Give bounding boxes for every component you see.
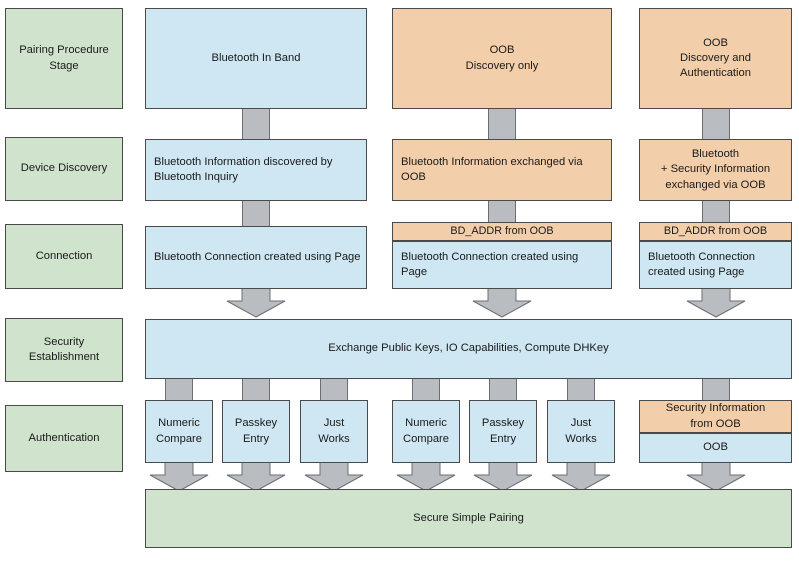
arrow-oob-to-footer — [686, 462, 746, 492]
connector-stub-col2-row2-row3 — [488, 199, 516, 224]
stage-label-connection: Connection — [5, 224, 123, 289]
connection-box-col2: Bluetooth Connection created using Page — [392, 241, 612, 289]
arrow-auth-4-to-footer — [396, 462, 456, 492]
arrow-col2-to-security — [472, 288, 532, 318]
discovery-box-col1: Bluetooth Information discovered by Blue… — [145, 139, 367, 201]
oob-security-information-header: Security Information from OOB — [639, 400, 792, 433]
connector-stub-col1-row1-row2 — [242, 107, 270, 140]
security-establishment-box: Exchange Public Keys, IO Capabilities, C… — [145, 319, 792, 379]
auth-method-box-6: Just Works — [547, 400, 615, 463]
arrow-auth-3-to-footer — [304, 462, 364, 492]
discovery-box-col2: Bluetooth Information exchanged via OOB — [392, 139, 612, 201]
column-header-oob-discovery-only: OOB Discovery only — [392, 8, 612, 109]
auth-method-box-3: Just Works — [300, 400, 368, 463]
connector-stub-col2-row1-row2 — [488, 107, 516, 140]
stage-label-security-establishment: Security Establishment — [5, 318, 123, 382]
connector-stub-col3-row2-row3 — [702, 199, 730, 224]
diagram-canvas: Pairing Procedure Stage Device Discovery … — [0, 0, 799, 562]
column-header-bluetooth-in-band: Bluetooth In Band — [145, 8, 367, 109]
bd-addr-bar-col2: BD_ADDR from OOB — [392, 222, 612, 241]
connector-stub-security-to-auth-oob — [702, 377, 730, 402]
auth-method-box-4: Numeric Compare — [392, 400, 460, 463]
connector-stub-security-to-auth-2 — [242, 377, 270, 402]
connector-stub-security-to-auth-4 — [412, 377, 440, 402]
column-header-oob-discovery-and-authentication: OOB Discovery and Authentication — [639, 8, 792, 109]
bd-addr-bar-col3: BD_ADDR from OOB — [639, 222, 792, 241]
arrow-auth-5-to-footer — [473, 462, 533, 492]
arrow-auth-1-to-footer — [149, 462, 209, 492]
stage-label-authentication: Authentication — [5, 405, 123, 472]
connector-stub-security-to-auth-6 — [567, 377, 595, 402]
auth-method-box-5: Passkey Entry — [469, 400, 537, 463]
footer-secure-simple-pairing: Secure Simple Pairing — [145, 489, 792, 548]
arrow-auth-6-to-footer — [551, 462, 611, 492]
stage-label-device-discovery: Device Discovery — [5, 137, 123, 201]
auth-method-box-2: Passkey Entry — [222, 400, 290, 463]
connector-stub-security-to-auth-3 — [320, 377, 348, 402]
connector-stub-col1-row2-row3 — [242, 199, 270, 226]
arrow-col1-to-security — [226, 288, 286, 318]
auth-method-box-1: Numeric Compare — [145, 400, 213, 463]
connector-stub-col3-row1-row2 — [702, 107, 730, 140]
arrow-auth-2-to-footer — [226, 462, 286, 492]
discovery-box-col3: Bluetooth + Security Information exchanged… — [639, 139, 792, 201]
stage-label-pairing-procedure-stage: Pairing Procedure Stage — [5, 8, 123, 109]
connector-stub-security-to-auth-5 — [489, 377, 517, 402]
arrow-col3-to-security — [686, 288, 746, 318]
connection-box-col1: Bluetooth Connection created using Page — [145, 226, 367, 289]
oob-security-information-body: OOB — [639, 433, 792, 463]
connection-box-col3: Bluetooth Connection created using Page — [639, 241, 792, 289]
connector-stub-security-to-auth-1 — [165, 377, 193, 402]
